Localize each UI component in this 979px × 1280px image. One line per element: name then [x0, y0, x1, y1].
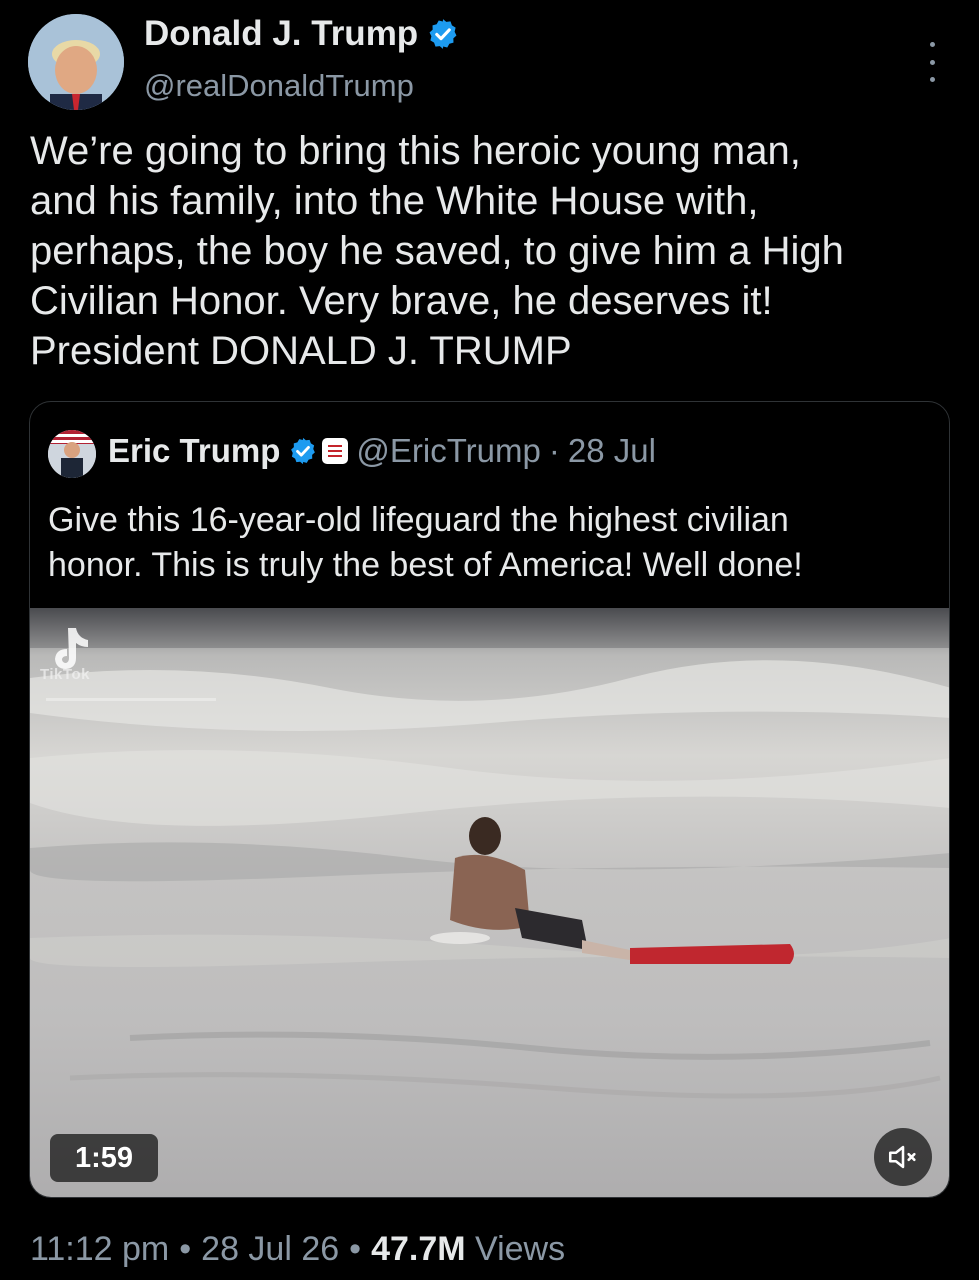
video-player[interactable]: TikTok 1:59 [30, 608, 949, 1197]
verified-badge-icon [426, 17, 460, 51]
tweet-meta: 11:12 pm • 28 Jul 26 • 47.7M Views [30, 1230, 565, 1269]
author-avatar-image [28, 14, 124, 110]
quoted-avatar-image [48, 430, 96, 478]
affiliation-badge-icon[interactable] [322, 438, 349, 464]
tweet-text: We’re going to bring this heroic young m… [30, 129, 844, 373]
views-stat[interactable]: 47.7M Views [371, 1230, 565, 1269]
author-name[interactable]: Donald J. Trump [144, 14, 418, 54]
tiktok-logo-icon [46, 628, 216, 701]
views-count: 47.7M [371, 1230, 466, 1268]
quoted-date[interactable]: 28 Jul [568, 432, 656, 470]
meta-dot-2: • [349, 1230, 362, 1268]
author-name-row[interactable]: Donald J. Trump [144, 14, 460, 54]
quoted-verified-badge-icon [291, 437, 316, 465]
speaker-muted-icon[interactable] [874, 1128, 932, 1186]
quoted-separator: · [548, 432, 560, 469]
tweet-date[interactable]: 28 Jul 26 [201, 1230, 339, 1269]
video-duration-badge: 1:59 [50, 1134, 158, 1182]
quoted-tweet-card[interactable]: Eric Trump @EricTrump · 28 Jul Give this… [29, 401, 950, 1198]
quoted-header: Eric Trump @EricTrump · 28 Jul [108, 432, 656, 470]
meta-dot-1: • [179, 1230, 192, 1268]
quoted-tweet-text: Give this 16-year-old lifeguard the high… [48, 501, 803, 584]
quoted-author-handle[interactable]: @EricTrump [356, 432, 540, 470]
more-options-icon[interactable] [918, 42, 946, 82]
author-handle[interactable]: @realDonaldTrump [144, 68, 414, 104]
tweet-time[interactable]: 11:12 pm [30, 1230, 169, 1269]
quoted-author-avatar[interactable] [48, 430, 96, 478]
quoted-badges [288, 436, 349, 466]
tiktok-watermark: TikTok [40, 666, 90, 683]
quoted-author-name[interactable]: Eric Trump [108, 432, 280, 470]
views-label: Views [475, 1230, 566, 1268]
author-avatar[interactable] [28, 14, 124, 110]
